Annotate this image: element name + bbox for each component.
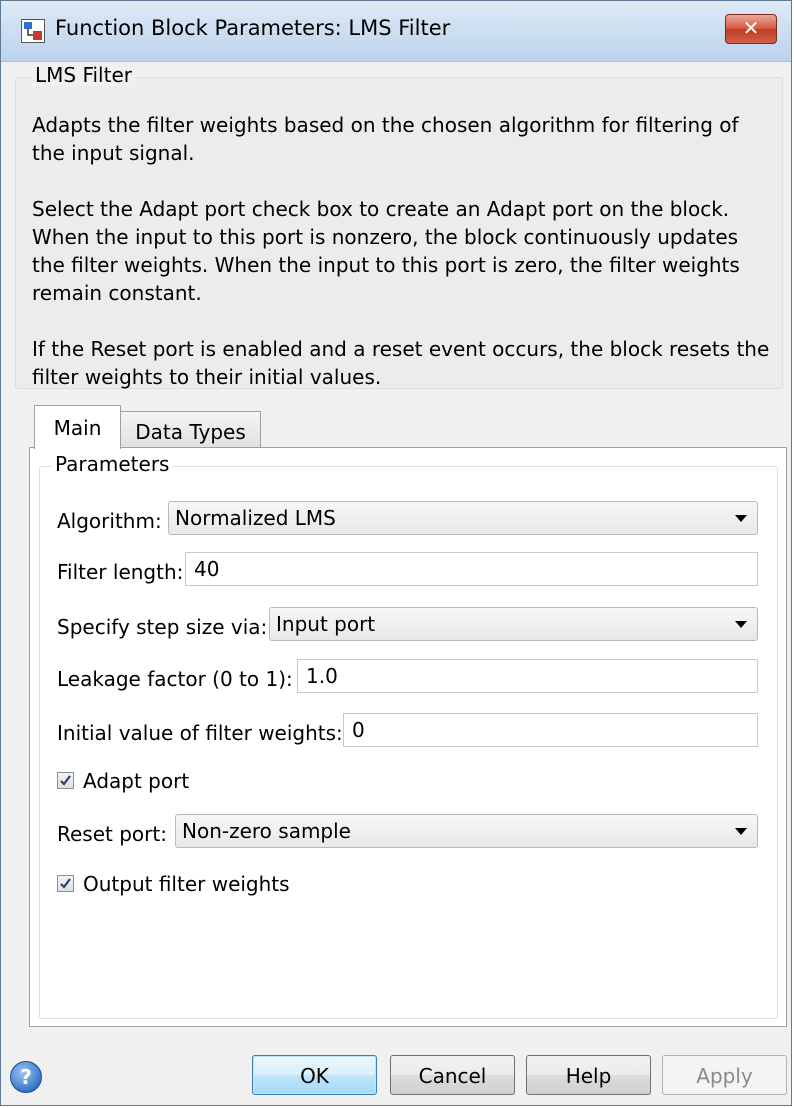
cancel-button[interactable]: Cancel — [390, 1055, 515, 1095]
filter-length-label: Filter length: — [57, 560, 184, 584]
checkmark-icon — [60, 775, 71, 786]
chevron-down-icon — [735, 515, 747, 522]
dialog-window: Function Block Parameters: LMS Filter ✕ … — [0, 0, 792, 1106]
window-title: Function Block Parameters: LMS Filter — [55, 16, 451, 40]
reset-port-dropdown[interactable]: Non-zero sample — [175, 814, 758, 848]
adapt-port-label: Adapt port — [83, 769, 190, 793]
help-icon[interactable]: ? — [9, 1060, 43, 1094]
checkmark-icon — [60, 878, 71, 889]
parameters-legend: Parameters — [51, 452, 174, 476]
chevron-down-icon — [735, 621, 747, 628]
leakage-factor-value: 1.0 — [306, 664, 338, 688]
algorithm-label: Algorithm: — [57, 509, 162, 533]
step-size-value: Input port — [276, 612, 376, 636]
title-bar: Function Block Parameters: LMS Filter ✕ — [1, 1, 791, 62]
description-paragraph: Select the Adapt port check box to creat… — [32, 197, 740, 305]
leakage-factor-field[interactable]: 1.0 — [297, 659, 758, 693]
description-text: Adapts the filter weights based on the c… — [32, 111, 772, 419]
output-weights-label: Output filter weights — [83, 872, 290, 896]
step-size-dropdown[interactable]: Input port — [269, 607, 758, 641]
tab-data-types[interactable]: Data Types — [120, 411, 261, 449]
output-weights-checkbox[interactable] — [57, 875, 74, 892]
leakage-factor-label: Leakage factor (0 to 1): — [57, 667, 293, 691]
step-size-label: Specify step size via: — [57, 615, 268, 639]
algorithm-value: Normalized LMS — [175, 506, 336, 530]
description-paragraph: Adapts the filter weights based on the c… — [32, 113, 739, 165]
description-paragraph: If the Reset port is enabled and a reset… — [32, 337, 770, 389]
simulink-block-icon — [21, 19, 45, 43]
help-button[interactable]: Help — [526, 1055, 651, 1095]
reset-port-label: Reset port: — [57, 822, 167, 846]
initial-weights-label: Initial value of filter weights: — [57, 721, 343, 745]
chevron-down-icon — [735, 828, 747, 835]
initial-weights-field[interactable]: 0 — [343, 713, 758, 747]
apply-button[interactable]: Apply — [662, 1055, 787, 1095]
tab-main[interactable]: Main — [34, 405, 121, 449]
reset-port-value: Non-zero sample — [182, 819, 351, 843]
algorithm-dropdown[interactable]: Normalized LMS — [168, 501, 758, 535]
close-icon: ✕ — [742, 16, 760, 40]
filter-length-value: 40 — [194, 557, 220, 581]
filter-length-field[interactable]: 40 — [185, 552, 758, 586]
description-legend: LMS Filter — [31, 63, 136, 87]
close-button[interactable]: ✕ — [725, 14, 777, 44]
adapt-port-checkbox[interactable] — [57, 772, 74, 789]
ok-button[interactable]: OK — [252, 1055, 377, 1095]
svg-text:?: ? — [20, 1065, 32, 1089]
initial-weights-value: 0 — [352, 718, 365, 742]
